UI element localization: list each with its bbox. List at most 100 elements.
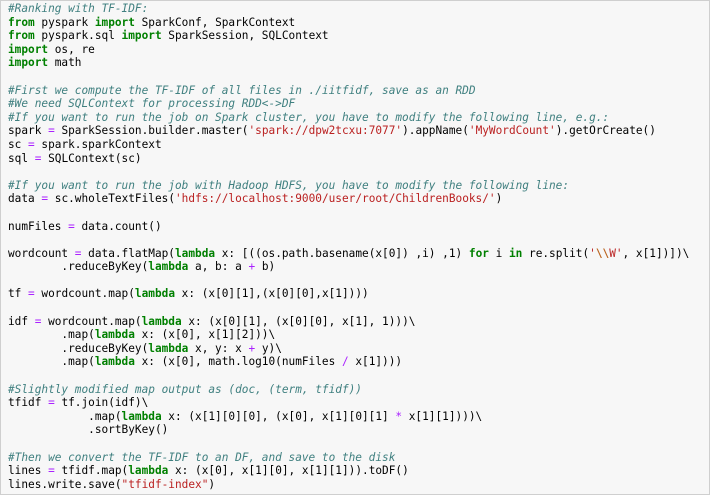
code-keyword: lambda: [134, 287, 175, 301]
code-text: b): [255, 260, 276, 274]
code-line: numFiles = data.count(): [8, 220, 689, 234]
code-text: SparkSession, SQLContext: [161, 29, 329, 43]
code-line: .map(lambda x: (x[0], math.log10(numFile…: [8, 355, 689, 369]
code-text: SparkConf, SparkContext: [134, 15, 296, 29]
code-string: 'hdfs://localhost:9000/user/root/Childre…: [175, 192, 496, 206]
code-text: .map(: [8, 409, 122, 423]
code-keyword: lambda: [175, 246, 216, 260]
code-line: tfidf = tf.join(idf)\: [8, 396, 689, 410]
code-comment: #If you want to run the job on Spark clu…: [8, 110, 610, 124]
code-keyword: lambda: [94, 355, 135, 369]
code-line: tf = wordcount.map(lambda x: (x[0][1],(x…: [8, 287, 689, 301]
code-text: SQLContext(sc): [41, 151, 142, 165]
code-line: #If you want to run the job with Hadoop …: [8, 179, 689, 193]
code-line: .map(lambda x: (x[1][0][0], (x[0], x[1][…: [8, 410, 689, 424]
code-comment: #If you want to run the job with Hadoop …: [8, 178, 570, 192]
code-operator: /: [341, 355, 349, 369]
code-comment: #First we compute the TF-IDF of all file…: [8, 83, 476, 97]
code-text: x: (x[0], math.log10(numFiles: [134, 355, 342, 369]
code-line: .reduceByKey(lambda x, y: x + y)\: [8, 342, 689, 356]
code-text: x: (x[0][1], (x[0][0], x[1], 1)))\: [181, 314, 416, 328]
code-text: sc: [8, 137, 29, 151]
code-text: pyspark: [34, 15, 95, 29]
code-text: x, y: x: [188, 341, 249, 355]
code-keyword: lambda: [141, 314, 182, 328]
code-text: spark: [8, 124, 49, 138]
code-text: ): [208, 477, 216, 491]
code-text: wordcount: [8, 246, 75, 260]
code-line: import math: [8, 56, 689, 70]
code-line: .reduceByKey(lambda a, b: a + b): [8, 260, 689, 274]
code-text: sql: [8, 151, 35, 165]
code-operator: =: [48, 124, 55, 138]
code-line: .map(lambda x: (x[0], x[1][2]))\: [8, 328, 689, 342]
code-text: idf: [8, 314, 35, 328]
code-line: idf = wordcount.map(lambda x: (x[0][1], …: [8, 315, 689, 329]
code-text: SparkSession.builder.master(: [54, 124, 249, 138]
code-text: ).getOrCreate(): [555, 124, 656, 138]
code-line: #Slightly modified map output as (doc, (…: [8, 383, 689, 397]
code-text: tf: [8, 287, 29, 301]
code-text: x: (x[0][1],(x[0][0],x[1]))): [175, 287, 369, 301]
code-editor[interactable]: #Ranking with TF-IDF: from pyspark import…: [8, 2, 689, 491]
code-text: data: [8, 192, 42, 206]
code-text: tfidf.map(: [54, 464, 129, 478]
code-text: a, b: a: [188, 260, 249, 274]
code-line: sql = SQLContext(sc): [8, 152, 689, 166]
code-keyword: import: [94, 15, 135, 29]
code-text: spark.sparkContext: [34, 137, 162, 151]
code-text: sc.wholeTextFiles(: [48, 192, 175, 206]
code-string: "tfidf-index": [121, 477, 209, 491]
code-keyword: lambda: [121, 409, 162, 423]
code-line: lines.write.save("tfidf-index"): [8, 478, 689, 492]
code-line: data = sc.wholeTextFiles('hdfs://localho…: [8, 192, 689, 206]
code-text: math: [48, 56, 82, 70]
code-keyword: in: [508, 246, 523, 260]
code-line: import os, re: [8, 43, 689, 57]
code-text: x: [((os.path.basename(x[0]) ,i) ,1): [215, 246, 469, 260]
code-keyword: lambda: [128, 464, 169, 478]
code-operator: =: [28, 287, 35, 301]
code-keyword: lambda: [148, 341, 189, 355]
code-text: .sortByKey(): [8, 423, 169, 437]
code-line: sc = spark.sparkContext: [8, 138, 689, 152]
code-operator: =: [68, 219, 75, 233]
code-text: x: (x[0], x[1][2]))\: [134, 328, 276, 342]
code-text: ): [495, 192, 503, 206]
code-text: y)\: [255, 341, 282, 355]
code-text: x[1]))): [348, 355, 403, 369]
code-keyword: import: [8, 56, 49, 70]
code-line: .sortByKey(): [8, 423, 689, 437]
code-text: .map(: [8, 355, 95, 369]
code-text: lines: [8, 464, 49, 478]
code-text: data.count(): [74, 219, 162, 233]
code-keyword: from: [8, 29, 35, 43]
code-cell[interactable]: #Ranking with TF-IDF: from pyspark import…: [0, 0, 710, 495]
code-line: #Ranking with TF-IDF:: [8, 2, 689, 16]
code-text: , x[1])])\: [622, 246, 690, 260]
code-text: numFiles: [8, 219, 69, 233]
code-text: x: (x[1][0][0], (x[0], x[1][0][1]: [161, 409, 396, 423]
code-operator: =: [28, 137, 35, 151]
code-keyword: lambda: [94, 328, 135, 342]
code-text: .reduceByKey(: [8, 341, 149, 355]
code-string: W': [609, 246, 623, 260]
code-text: os, re: [48, 42, 95, 56]
code-operator: =: [48, 464, 55, 478]
code-text: tfidf: [8, 396, 49, 410]
code-string-escape: \\: [595, 246, 610, 260]
code-string: ': [589, 246, 596, 260]
code-line: spark = SparkSession.builder.master('spa…: [8, 124, 689, 138]
code-text: wordcount.map(: [41, 314, 142, 328]
code-line: from pyspark.sql import SparkSession, SQ…: [8, 29, 689, 43]
code-keyword: for: [468, 246, 489, 260]
code-line: from pyspark import SparkConf, SparkCont…: [8, 16, 689, 30]
code-text: lines.write.save(: [8, 477, 122, 491]
code-line: #Then we convert the TF-IDF to an DF, an…: [8, 451, 689, 465]
code-comment: #Ranking with TF-IDF:: [8, 2, 149, 15]
